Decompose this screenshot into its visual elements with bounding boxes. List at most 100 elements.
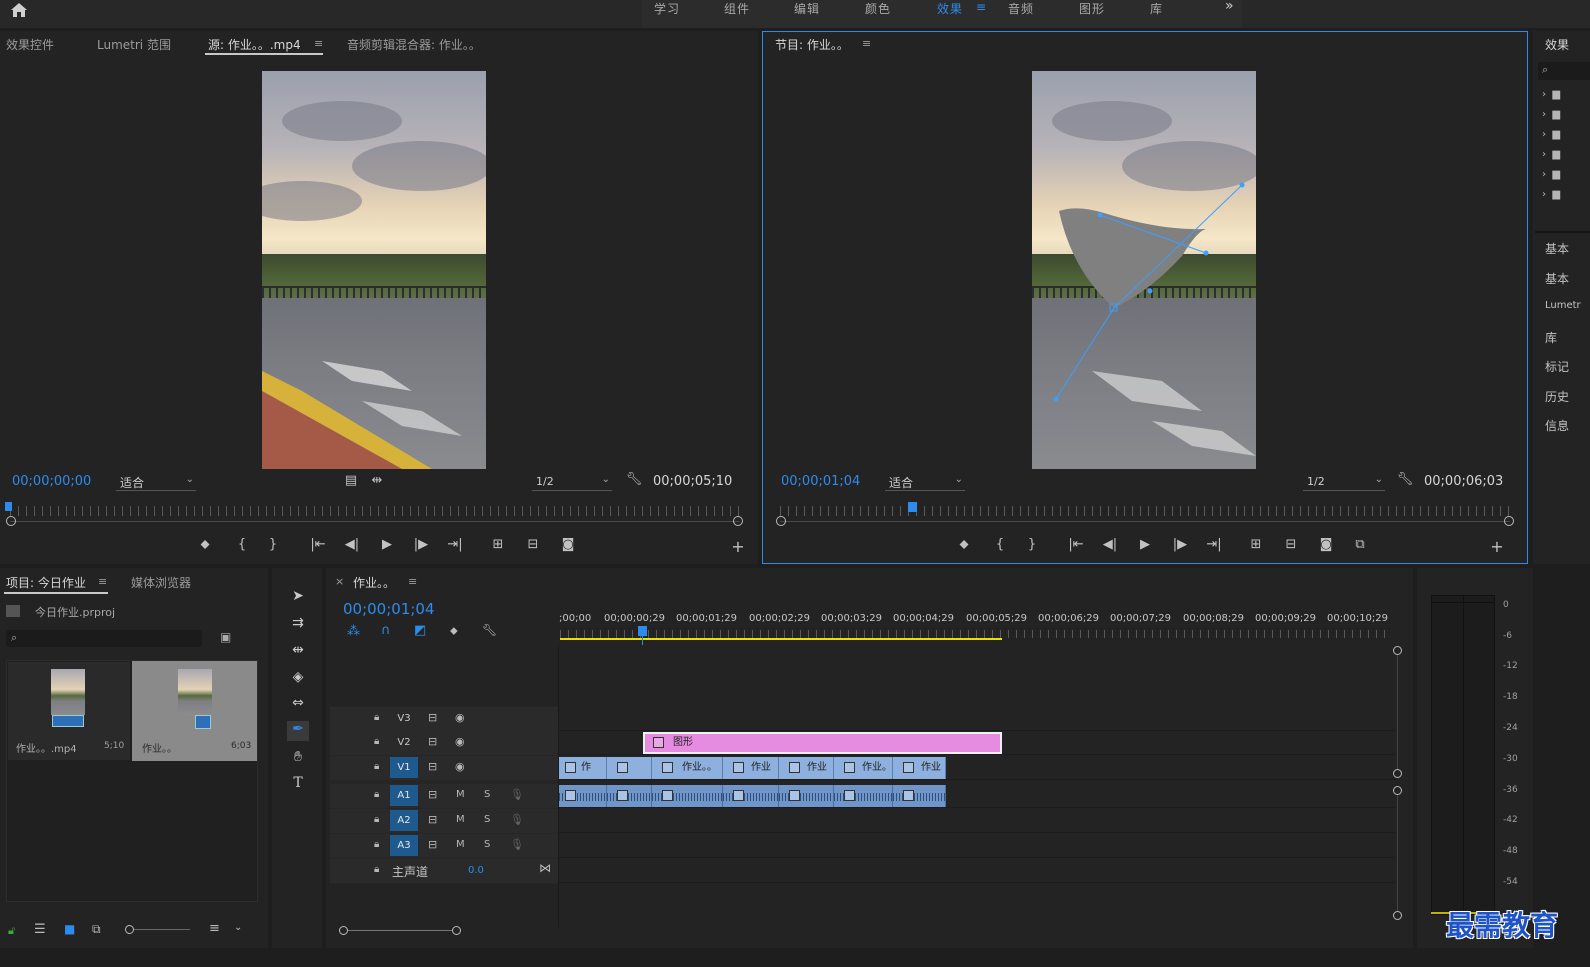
slip-tool-icon[interactable]: ⇔ <box>287 695 309 715</box>
project-item-sequence[interactable]: 作业。。 6;03 <box>132 661 257 761</box>
program-current-timecode[interactable]: 00;00;01;04 <box>781 474 860 489</box>
add-button-icon[interactable]: + <box>728 537 748 556</box>
workspace-tab-editing[interactable]: 编辑 <box>794 0 820 17</box>
track-lock-icon[interactable]: 🔒︎ <box>374 864 379 875</box>
timeline-settings-icon[interactable]: 🔧︎ <box>482 623 497 637</box>
go-to-in-icon[interactable]: |⇤ <box>308 537 328 552</box>
step-forward-icon[interactable]: |▶ <box>1170 537 1190 552</box>
effects-folder-row[interactable]: › ▆ <box>1542 129 1560 140</box>
video-scroll-handle-top[interactable] <box>1393 646 1402 655</box>
mute-button[interactable]: M <box>456 789 465 800</box>
timeline-hscroll-handle-left[interactable] <box>339 926 348 935</box>
timeline-title[interactable]: 作业。。 <box>353 574 395 591</box>
audio-scroll-handle-bottom[interactable] <box>1393 911 1402 920</box>
sync-lock-icon[interactable]: ⊟ <box>428 760 437 773</box>
timeline-hscroll-handle-right[interactable] <box>452 926 461 935</box>
master-volume-value[interactable]: 0.0 <box>468 865 484 876</box>
source-zoom-bar[interactable] <box>10 521 740 522</box>
tab-lumetri-scopes[interactable]: Lumetri 范围 <box>97 36 171 53</box>
project-item-clip[interactable]: 作业。。.mp4 5;10 <box>8 662 130 760</box>
video-clip[interactable]: 作业 <box>893 757 946 779</box>
track-target-v3[interactable]: V3 <box>390 708 418 729</box>
video-clip[interactable]: 作业 <box>779 757 834 779</box>
microphone-icon[interactable]: 🎙︎ <box>510 838 524 851</box>
source-panel-menu-icon[interactable]: ≡ <box>314 37 323 50</box>
effects-folder-row[interactable]: › ▆ <box>1542 189 1560 200</box>
zoom-handle-left[interactable] <box>6 516 16 526</box>
track-target-v1[interactable]: V1 <box>390 757 418 778</box>
eye-icon[interactable]: ◉ <box>455 711 465 724</box>
audio-clip[interactable] <box>607 785 652 807</box>
zoom-handle-right[interactable] <box>1504 516 1514 526</box>
side-panel-essential-graphics[interactable]: 基本 <box>1545 240 1569 257</box>
wrench-icon[interactable]: 🔧︎ <box>624 472 644 487</box>
effects-folder-row[interactable]: › ▆ <box>1542 149 1560 160</box>
new-bin-icon[interactable]: ▣ <box>220 630 231 644</box>
tab-media-browser[interactable]: 媒体浏览器 <box>131 574 191 591</box>
track-target-a2[interactable]: A2 <box>390 810 418 831</box>
source-resolution-dropdown[interactable]: 1/2 ⌄ <box>532 474 612 491</box>
effects-folder-row[interactable]: › ▆ <box>1542 89 1560 100</box>
track-target-a3[interactable]: A3 <box>390 835 418 856</box>
zoom-handle-left[interactable] <box>776 516 786 526</box>
program-fit-dropdown[interactable]: 适合 ⌄ <box>885 474 965 491</box>
source-fit-dropdown[interactable]: 适合 ⌄ <box>116 474 196 491</box>
sync-lock-icon[interactable]: ⊟ <box>428 838 437 851</box>
go-to-end-icon[interactable]: ⋈ <box>539 861 551 875</box>
video-scrollbar[interactable] <box>1397 655 1398 769</box>
program-zoom-bar[interactable] <box>780 521 1510 522</box>
video-clip[interactable] <box>607 757 652 779</box>
add-button-icon[interactable]: + <box>1487 537 1507 556</box>
track-lock-icon[interactable]: 🔒︎ <box>374 789 379 800</box>
timeline-playhead-head[interactable] <box>638 626 647 636</box>
workspace-overflow-icon[interactable]: » <box>1225 0 1234 14</box>
sync-lock-icon[interactable]: ⊟ <box>428 711 437 724</box>
sort-icon[interactable]: ≡ <box>209 921 220 936</box>
insert-icon[interactable]: ⊞ <box>488 537 508 552</box>
side-panel-libraries[interactable]: 库 <box>1545 329 1557 346</box>
audio-clip[interactable] <box>723 785 779 807</box>
mute-button[interactable]: M <box>456 839 465 850</box>
zoom-handle-right[interactable] <box>733 516 743 526</box>
type-tool-icon[interactable]: T <box>287 775 309 795</box>
program-panel-menu-icon[interactable]: ≡ <box>862 37 871 50</box>
zoom-slider-track[interactable] <box>134 929 190 930</box>
razor-tool-icon[interactable]: ◈ <box>287 669 309 689</box>
effects-search-input[interactable]: ⌕ <box>1538 62 1590 80</box>
eye-icon[interactable]: ◉ <box>455 735 465 748</box>
side-panel-markers[interactable]: 标记 <box>1545 358 1569 375</box>
program-playhead[interactable] <box>908 502 917 512</box>
sync-lock-icon[interactable]: ⊟ <box>428 788 437 801</box>
lock-icon[interactable]: 🔓︎ <box>8 924 15 938</box>
microphone-icon[interactable]: 🎙︎ <box>510 813 524 826</box>
side-panel-essential-sound[interactable]: 基本 <box>1545 270 1569 287</box>
audio-clip[interactable] <box>559 785 607 807</box>
pen-mask-shape[interactable] <box>1032 71 1256 469</box>
track-lock-icon[interactable]: 🔒︎ <box>374 761 379 772</box>
chevron-down-icon[interactable]: ⌄ <box>234 922 242 933</box>
tab-effect-controls[interactable]: 效果控件 <box>6 36 54 53</box>
zoom-slider-handle[interactable] <box>125 925 134 934</box>
close-icon[interactable]: × <box>335 575 344 588</box>
track-select-tool-icon[interactable]: ⇉ <box>287 615 309 635</box>
workspace-tab-assembly[interactable]: 组件 <box>724 0 750 17</box>
audio-clip[interactable] <box>779 785 834 807</box>
workspace-menu-icon[interactable]: ≡ <box>976 0 987 14</box>
effects-folder-row[interactable]: › ▆ <box>1542 169 1560 180</box>
audio-scrollbar[interactable] <box>1397 795 1398 911</box>
track-lock-icon[interactable]: 🔒︎ <box>374 736 379 747</box>
workspace-tab-effects[interactable]: 效果 <box>937 0 963 17</box>
workspace-tab-audio[interactable]: 音频 <box>1008 0 1034 17</box>
effects-folder-row[interactable]: › ▆ <box>1542 109 1560 120</box>
solo-button[interactable]: S <box>484 789 490 800</box>
add-marker-icon[interactable]: ⬥ <box>195 537 215 552</box>
video-clip[interactable]: 作 <box>559 757 607 779</box>
play-icon[interactable]: ▶ <box>377 537 397 552</box>
audio-clip[interactable] <box>652 785 723 807</box>
camera-icon[interactable]: ◙ <box>1316 537 1336 552</box>
overwrite-icon[interactable]: ⊟ <box>523 537 543 552</box>
camera-icon[interactable]: ◙ <box>558 537 578 552</box>
video-clip[interactable]: 作业。 <box>834 757 893 779</box>
audio-clip[interactable] <box>834 785 893 807</box>
step-back-icon[interactable]: ◀| <box>1100 537 1120 552</box>
